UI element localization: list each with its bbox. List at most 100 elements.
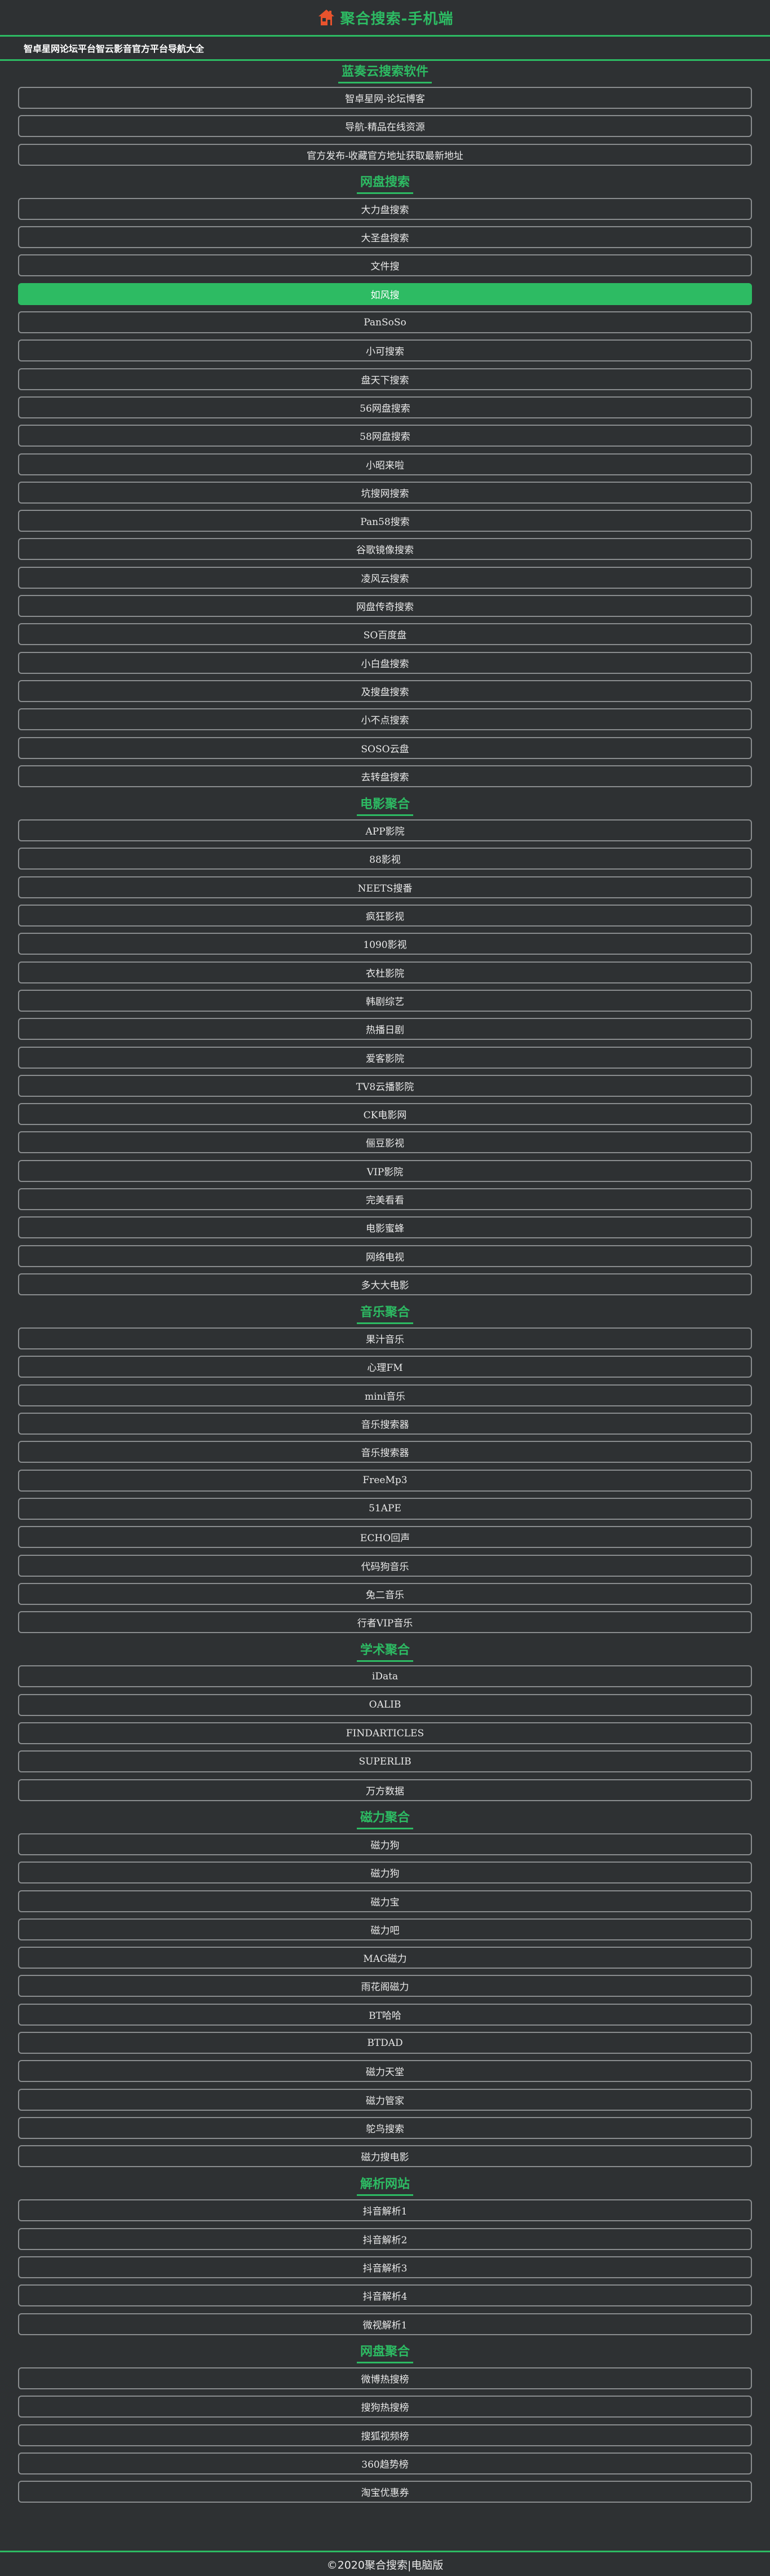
link-button[interactable]: 兔二音乐 [18,1582,752,1605]
section-title: 网盘搜索 [18,172,752,195]
link-button[interactable]: 俪豆影视 [18,1131,752,1154]
link-button[interactable]: 磁力天堂 [18,2060,752,2083]
link-button[interactable]: 文件搜 [18,254,752,277]
link-button[interactable]: FINDARTICLES [18,1722,752,1745]
link-button[interactable]: TV8云播影院 [18,1074,752,1097]
link-button[interactable]: ECHO回声 [18,1526,752,1549]
link-button[interactable]: 多大大电影 [18,1273,752,1295]
link-button[interactable]: 果汁音乐 [18,1327,752,1350]
link-button[interactable]: 凌风云搜索 [18,566,752,589]
link-button[interactable]: 谷歌镜像搜索 [18,538,752,561]
link-button[interactable]: 磁力搜电影 [18,2145,752,2168]
link-button[interactable]: 51APE [18,1497,752,1520]
link-button[interactable]: 56网盘搜索 [18,396,752,418]
link-button[interactable]: 盘天下搜索 [18,368,752,390]
link-button[interactable]: 心理FM [18,1356,752,1378]
link-button[interactable]: 小可搜索 [18,339,752,362]
link-button[interactable]: 及搜盘搜索 [18,680,752,702]
link-button[interactable]: CK电影网 [18,1103,752,1126]
link-button[interactable]: 大力盘搜索 [18,197,752,220]
link-button[interactable]: 360趋势榜 [18,2452,752,2474]
link-button[interactable]: 代码狗音乐 [18,1554,752,1577]
link-button[interactable]: 如风搜 [18,283,752,305]
link-button[interactable]: 行者VIP音乐 [18,1611,752,1634]
link-button[interactable]: 1090影视 [18,933,752,955]
section-title: 电影聚合 [18,793,752,816]
link-button[interactable]: 音乐搜索器 [18,1413,752,1435]
link-button[interactable]: SOSO云盘 [18,736,752,759]
link-button[interactable]: 热播日剧 [18,1018,752,1040]
link-button[interactable]: 导航-精品在线资源 [18,115,752,138]
link-button[interactable]: 衣杜影院 [18,961,752,983]
link-button[interactable]: 完美看看 [18,1188,752,1210]
link-button[interactable]: NEETS搜番 [18,876,752,898]
site-header: 聚合搜索-手机端 [0,0,770,37]
link-button[interactable]: 抖音解析2 [18,2227,752,2250]
link-button[interactable]: BT哈哈 [18,2003,752,2026]
link-button[interactable]: 抖音解析1 [18,2199,752,2222]
link-button[interactable]: 坑搜网搜索 [18,481,752,504]
link-button[interactable]: 磁力宝 [18,1890,752,1912]
section-title: 解析网站 [18,2173,752,2196]
section-title: 音乐聚合 [18,1302,752,1324]
section-title-label: 蓝奏云搜索软件 [338,61,432,83]
link-button[interactable]: 微博热搜榜 [18,2367,752,2389]
link-button[interactable]: 韩剧综艺 [18,989,752,1012]
link-button[interactable]: 磁力管家 [18,2088,752,2111]
link-button[interactable]: PanSoSo [18,311,752,334]
link-button[interactable]: mini音乐 [18,1384,752,1406]
section-title-label: 音乐聚合 [356,1302,413,1324]
link-button[interactable]: 磁力狗 [18,1862,752,1884]
link-button[interactable]: 网盘传奇搜索 [18,595,752,617]
link-button[interactable]: 官方发布-收藏官方地址获取最新地址 [18,143,752,166]
house-icon[interactable] [317,8,336,27]
link-button[interactable]: 疯狂影视 [18,905,752,927]
link-button[interactable]: iData [18,1665,752,1688]
notice-bar: 智卓星网论坛平台智云影音官方平台导航大全 [0,37,770,61]
link-button[interactable]: 大圣盘搜索 [18,226,752,249]
link-button[interactable]: BTDAD [18,2032,752,2054]
section-title: 磁力聚合 [18,1807,752,1830]
link-button[interactable]: 小白盘搜索 [18,651,752,674]
section-title: 蓝奏云搜索软件 [18,61,752,83]
section-title-label: 网盘搜索 [356,172,413,195]
link-button[interactable]: 小不点搜索 [18,708,752,731]
link-button[interactable]: OALIB [18,1693,752,1716]
section-title: 网盘聚合 [18,2341,752,2364]
link-button[interactable]: 抖音解析4 [18,2284,752,2307]
section-title-label: 磁力聚合 [356,1807,413,1830]
link-button[interactable]: 爱客影院 [18,1046,752,1069]
link-button[interactable]: 鸵鸟搜索 [18,2116,752,2139]
link-button[interactable]: 淘宝优惠券 [18,2481,752,2503]
link-button[interactable]: 搜狗热搜榜 [18,2396,752,2418]
link-button[interactable]: 小昭来啦 [18,453,752,475]
section-title-label: 解析网站 [356,2174,413,2196]
link-button[interactable]: 搜狐视频榜 [18,2424,752,2446]
link-button[interactable]: VIP影院 [18,1159,752,1182]
link-button[interactable]: Pan58搜索 [18,510,752,532]
link-button[interactable]: 58网盘搜索 [18,425,752,447]
link-button[interactable]: 网络电视 [18,1245,752,1267]
section-title-label: 学术聚合 [356,1640,413,1662]
section-title-label: 电影聚合 [356,794,413,816]
link-button[interactable]: 磁力吧 [18,1918,752,1940]
link-button[interactable]: 智卓星网-论坛博客 [18,87,752,109]
link-button[interactable]: 88影视 [18,848,752,870]
link-button[interactable]: 抖音解析3 [18,2256,752,2279]
link-button[interactable]: 磁力狗 [18,1833,752,1855]
link-button[interactable]: 雨花阁磁力 [18,1975,752,1997]
link-button[interactable]: 电影蜜蜂 [18,1216,752,1239]
sections-container: 蓝奏云搜索软件智卓星网-论坛博客 导航-精品在线资源 官方发布-收藏官方地址获取最新… [0,61,770,2503]
section-title: 学术聚合 [18,1639,752,1662]
footer[interactable]: ©2020聚合搜索|电脑版 [0,2551,770,2576]
link-button[interactable]: 万方数据 [18,1779,752,1801]
link-button[interactable]: 微视解析1 [18,2313,752,2335]
link-button[interactable]: APP影院 [18,819,752,842]
link-button[interactable]: 音乐搜索器 [18,1441,752,1463]
page-title[interactable]: 聚合搜索-手机端 [340,7,454,28]
link-button[interactable]: SO百度盘 [18,623,752,646]
link-button[interactable]: SUPERLIB [18,1750,752,1773]
link-button[interactable]: 去转盘搜索 [18,765,752,787]
link-button[interactable]: FreeMp3 [18,1469,752,1492]
link-button[interactable]: MAG磁力 [18,1947,752,1969]
